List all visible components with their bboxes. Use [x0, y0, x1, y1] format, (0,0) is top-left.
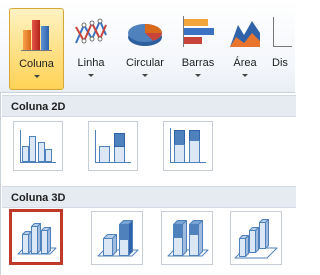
pie-chart-label: Circular	[126, 57, 164, 69]
stacked-column-2d-thumb[interactable]	[88, 121, 138, 171]
chevron-down-icon	[195, 74, 201, 77]
clustered-column-2d-icon	[20, 130, 56, 163]
pie-chart-icon	[128, 24, 162, 46]
clustered-column-3d-icon	[17, 223, 57, 255]
chevron-down-icon	[242, 74, 248, 77]
100-stacked-column-2d-icon	[170, 128, 206, 163]
100-stacked-column-3d-icon	[167, 220, 209, 257]
area-chart-label: Área	[233, 57, 257, 69]
scatter-chart-icon	[273, 17, 292, 47]
bar-chart-icon	[183, 16, 214, 47]
clustered-column-2d-thumb[interactable]	[13, 121, 63, 171]
pie-chart-button[interactable]: Circular	[116, 8, 174, 90]
scatter-chart-label: Dis	[272, 57, 288, 69]
chevron-down-icon	[142, 74, 148, 77]
stacked-column-3d-thumb[interactable]	[91, 211, 143, 265]
column-3d-icon	[234, 219, 278, 259]
column-chart-label: Coluna	[19, 58, 54, 70]
clustered-column-3d-thumb[interactable]	[9, 209, 63, 265]
bar-chart-label: Barras	[181, 57, 215, 69]
section-header-column-2d: Coluna 2D	[2, 95, 296, 117]
column-3d-thumb[interactable]	[230, 211, 282, 265]
100-stacked-column-2d-thumb[interactable]	[163, 121, 213, 171]
chart-type-gallery: Coluna 2D Coluna 3D	[0, 93, 296, 275]
chevron-down-icon	[33, 75, 40, 78]
bar-chart-button[interactable]: Barras	[175, 8, 221, 90]
column-chart-icon	[20, 20, 52, 51]
stacked-column-2d-icon	[95, 130, 131, 163]
column-chart-button[interactable]: Coluna	[9, 8, 64, 90]
area-chart-icon	[230, 21, 260, 47]
chevron-down-icon	[88, 74, 94, 77]
line-chart-button[interactable]: Linha	[69, 8, 113, 90]
100-stacked-column-3d-thumb[interactable]	[161, 211, 213, 265]
line-chart-label: Linha	[77, 57, 105, 69]
section-header-column-3d: Coluna 3D	[2, 186, 296, 208]
line-chart-icon	[75, 18, 107, 44]
scatter-chart-button[interactable]: Dis	[268, 8, 295, 90]
ribbon-chart-group: Coluna Linha Circular Barras Área Dis	[0, 0, 295, 93]
stacked-column-3d-icon	[97, 220, 139, 257]
area-chart-button[interactable]: Área	[224, 8, 266, 90]
